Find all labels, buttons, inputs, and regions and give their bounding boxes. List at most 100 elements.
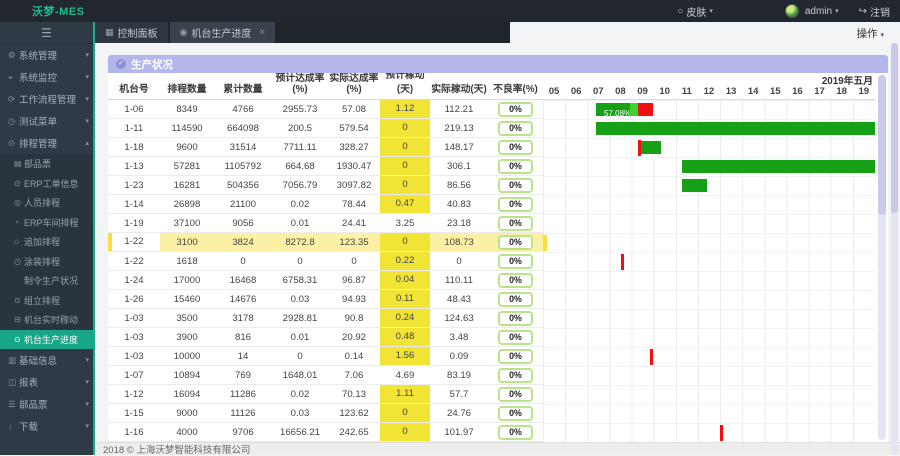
defect-rate-button[interactable]: 0%	[498, 235, 533, 250]
user-menu[interactable]: admin ▾	[805, 6, 839, 17]
sidebar-item-工作流程管理[interactable]: ⟳工作流程管理▾	[0, 88, 93, 110]
chevron-down-icon: ▾	[880, 32, 884, 39]
sidebar-item-基础信息[interactable]: ▥基础信息▾	[0, 349, 93, 371]
table-row[interactable]: 1-1426898211000.0278.440.4740.830%	[108, 195, 543, 214]
defect-rate-button[interactable]: 0%	[498, 387, 533, 402]
avatar[interactable]	[785, 4, 799, 18]
sidebar-item-排程管理[interactable]: ⊙排程管理▴	[0, 132, 93, 154]
defect-rate-button[interactable]: 0%	[498, 197, 533, 212]
value-cell: 16094	[160, 389, 214, 400]
value-cell: 0	[328, 256, 380, 267]
defect-rate-button[interactable]: 0%	[498, 368, 533, 383]
defect-rate-button[interactable]: 0%	[498, 121, 533, 136]
table-row[interactable]: 1-159000111260.03123.62024.760%	[108, 404, 543, 423]
logout-button[interactable]: ↪ 注销	[859, 4, 890, 19]
value-cell: 114590	[160, 123, 214, 134]
table-row[interactable]: 1-22310038248272.8123.350108.730%	[108, 233, 543, 252]
table-row[interactable]: 1-07108947691648.017.064.6983.190%	[108, 366, 543, 385]
sidebar-item-ERP工单信息[interactable]: ⊙ERP工单信息	[0, 174, 93, 194]
table-row[interactable]: 1-06834947662955.7357.081.12112.210%	[108, 100, 543, 119]
sidebar-item-部品票[interactable]: ▤部品票	[0, 154, 93, 174]
sidebar-item-组立排程[interactable]: ⊙组立排程	[0, 291, 93, 311]
column-header-实际达成率(%): 实际达成率(%)	[328, 73, 380, 99]
table-row[interactable]: 1-0339008160.0120.920.483.480%	[108, 328, 543, 347]
defect-rate-button[interactable]: 0%	[498, 425, 533, 440]
gantt-day-16: 16	[786, 86, 808, 99]
table-row[interactable]: 1-13572811105792664.681930.470306.10%	[108, 157, 543, 176]
gantt-vertical-scrollbar[interactable]	[878, 75, 886, 440]
table-row[interactable]: 1-2417000164686758.3196.870.04110.110%	[108, 271, 543, 290]
table-row[interactable]: 1-1216094112860.0270.131.1157.70%	[108, 385, 543, 404]
defect-rate-button[interactable]: 0%	[498, 102, 533, 117]
value-cell: 0.47	[380, 195, 430, 213]
erp-workorder-icon: ⊙	[14, 179, 24, 188]
defect-rate-button[interactable]: 0%	[498, 330, 533, 345]
table-row[interactable]: 1-11114590664098200.5579.540219.130%	[108, 119, 543, 138]
defect-rate-button[interactable]: 0%	[498, 311, 533, 326]
defect-rate-button[interactable]: 0%	[498, 178, 533, 193]
sidebar-item-机台生产进度[interactable]: ⊙机台生产进度	[0, 330, 93, 350]
sidebar-item-追加排程[interactable]: ⌂追加排程	[0, 232, 93, 252]
table-row[interactable]: 1-164000970616656.21242.650101.970%	[108, 423, 543, 442]
page-scrollbar-thumb[interactable]	[891, 43, 898, 213]
sidebar-item-涂装排程[interactable]: ◷涂装排程	[0, 252, 93, 272]
panel-header: ✓ 生产状况	[108, 55, 888, 73]
table-row[interactable]: 1-23162815043567056.793097.82086.560%	[108, 176, 543, 195]
value-cell: 0	[380, 176, 430, 194]
defect-rate-button[interactable]: 0%	[498, 349, 533, 364]
sidebar-item-制令生产状况[interactable]: 制令生产状况	[0, 271, 93, 291]
value-cell: 21100	[214, 199, 272, 210]
defect-rate-button[interactable]: 0%	[498, 140, 533, 155]
sidebar-item-部品票[interactable]: ☰部品票▾	[0, 393, 93, 415]
sidebar-toggle[interactable]: ☰	[0, 22, 93, 44]
value-cell: 664098	[214, 123, 272, 134]
gantt-day-15: 15	[764, 86, 786, 99]
value-cell: 664.68	[272, 161, 328, 172]
page-scrollbar[interactable]	[891, 43, 898, 455]
gantt-scrollbar-thumb[interactable]	[878, 75, 886, 215]
value-cell: 40.83	[430, 199, 488, 210]
table-header-row: 机台号排程数量累计数量预计达成率(%)实际达成率(%)预计稼动(天)实际稼动(天…	[108, 73, 543, 100]
sidebar-item-下载[interactable]: ↓下载▾	[0, 415, 93, 437]
value-cell: 123.62	[328, 408, 380, 419]
table-row[interactable]: 1-03100001400.141.560.090%	[108, 347, 543, 366]
defect-rate-button[interactable]: 0%	[498, 159, 533, 174]
chevron-down-icon: ▾	[85, 51, 89, 59]
value-cell: 20.92	[328, 332, 380, 343]
sidebar-item-ERP车间排程[interactable]: ◔ERP车间排程	[0, 213, 93, 233]
hamburger-icon: ☰	[41, 26, 52, 40]
sidebar-item-机台实时稼动[interactable]: ⊟机台实时稼动	[0, 310, 93, 330]
gantt-bar-green	[641, 141, 661, 154]
machine-cell: 1-07	[108, 370, 160, 381]
table-row[interactable]: 1-2216180000.2200%	[108, 252, 543, 271]
value-cell: 0%	[488, 235, 543, 250]
sidebar-item-测试菜单[interactable]: ◷测试菜单▾	[0, 110, 93, 132]
table-row[interactable]: 1-189600315147711.11328.270148.170%	[108, 138, 543, 157]
tab-控制面板[interactable]: ▦控制面板	[95, 22, 168, 43]
table-row[interactable]: 1-193710090560.0124.413.2523.180%	[108, 214, 543, 233]
value-cell: 3100	[160, 237, 214, 248]
sidebar-item-报表[interactable]: ◫报表▾	[0, 371, 93, 393]
operations-dropdown[interactable]: 操作 ▾	[857, 26, 884, 41]
append-schedule-icon: ⌂	[14, 237, 24, 246]
defect-rate-button[interactable]: 0%	[498, 406, 533, 421]
table-row[interactable]: 1-2615460146760.0394.930.1148.430%	[108, 290, 543, 309]
personnel-schedule-icon: ◎	[14, 198, 24, 207]
close-icon[interactable]: ×	[259, 27, 265, 38]
defect-rate-button[interactable]: 0%	[498, 254, 533, 269]
gantt-day-06: 06	[565, 86, 587, 99]
gantt-bar-green	[682, 160, 875, 173]
sidebar-item-人员排程[interactable]: ◎人员排程	[0, 193, 93, 213]
value-cell: 0	[380, 138, 430, 156]
defect-rate-button[interactable]: 0%	[498, 292, 533, 307]
value-cell: 78.44	[328, 199, 380, 210]
defect-rate-button[interactable]: 0%	[498, 216, 533, 231]
skin-switcher[interactable]: ○ 皮肤 ▾	[677, 4, 713, 19]
value-cell: 2928.81	[272, 313, 328, 324]
defect-rate-button[interactable]: 0%	[498, 273, 533, 288]
sidebar-item-系统监控[interactable]: ⌖系统监控▾	[0, 66, 93, 88]
sidebar-item-label: ERP车间排程	[24, 216, 79, 229]
table-row[interactable]: 1-03350031782928.8190.80.24124.630%	[108, 309, 543, 328]
tab-机台生产进度[interactable]: ◉机台生产进度×	[170, 22, 276, 43]
sidebar-item-系统管理[interactable]: ⚙系统管理▾	[0, 44, 93, 66]
